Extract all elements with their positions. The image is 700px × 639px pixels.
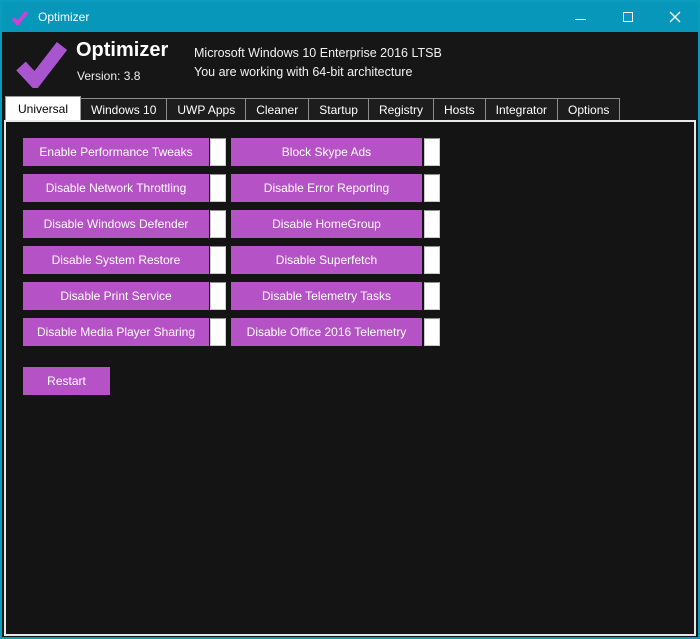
tab-label: Registry: [378, 102, 423, 117]
tab-label: Startup: [319, 102, 358, 117]
optimizer-window: Optimizer Optimizer Version: 3.8 Microso…: [0, 0, 700, 639]
tab-label: Options: [568, 102, 610, 117]
toggle-button-disable-print-service[interactable]: Disable Print Service: [23, 282, 209, 310]
os-line: Microsoft Windows 10 Enterprise 2016 LTS…: [194, 46, 442, 60]
toggle-button-disable-error-reporting[interactable]: Disable Error Reporting: [231, 174, 422, 202]
checkmark-icon: [16, 42, 67, 88]
toggle-checkbox-disable-network-throttling[interactable]: [210, 174, 226, 202]
tab-cleaner[interactable]: Cleaner: [245, 98, 310, 120]
toggle-checkbox-disable-office-2016-telemetry[interactable]: [424, 318, 440, 346]
toggle-button-enable-performance-tweaks[interactable]: Enable Performance Tweaks: [23, 138, 209, 166]
close-icon: [669, 11, 680, 23]
toggle-row: Disable Windows Defender Disable HomeGro…: [23, 210, 694, 238]
tab-uwp-apps[interactable]: UWP Apps: [166, 98, 247, 120]
tab-integrator[interactable]: Integrator: [484, 98, 559, 120]
tab-label: Cleaner: [256, 102, 299, 117]
tab-label: Integrator: [495, 102, 548, 117]
app-title: Optimizer: [76, 39, 169, 61]
toggle-checkbox-disable-superfetch[interactable]: [424, 246, 440, 274]
toggle-checkbox-disable-windows-defender[interactable]: [210, 210, 226, 238]
window-title: Optimizer: [38, 10, 90, 24]
toggle-button-disable-media-player-sharing[interactable]: Disable Media Player Sharing: [23, 318, 209, 346]
tabstrip: Universal Windows 10 UWP Apps Cleaner St…: [5, 96, 695, 120]
tab-label: UWP Apps: [177, 102, 236, 117]
tab-windows-10[interactable]: Windows 10: [80, 98, 168, 120]
toggle-button-disable-homegroup[interactable]: Disable HomeGroup: [231, 210, 422, 238]
toggle-row: Disable Media Player Sharing Disable Off…: [23, 318, 694, 346]
system-info: Microsoft Windows 10 Enterprise 2016 LTS…: [194, 44, 442, 82]
toggle-checkbox-disable-telemetry-tasks[interactable]: [424, 282, 440, 310]
toggle-checkbox-enable-performance-tweaks[interactable]: [210, 138, 226, 166]
toggle-button-disable-network-throttling[interactable]: Disable Network Throttling: [23, 174, 209, 202]
window-controls: [557, 2, 698, 32]
toggle-row: Disable System Restore Disable Superfetc…: [23, 246, 694, 274]
toggle-button-disable-office-2016-telemetry[interactable]: Disable Office 2016 Telemetry: [231, 318, 422, 346]
toggle-checkbox-disable-error-reporting[interactable]: [424, 174, 440, 202]
arch-line: You are working with 64-bit architecture: [194, 65, 413, 79]
toggle-button-disable-telemetry-tasks[interactable]: Disable Telemetry Tasks: [231, 282, 422, 310]
toggle-checkbox-disable-homegroup[interactable]: [424, 210, 440, 238]
header: Optimizer Version: 3.8 Microsoft Windows…: [2, 32, 698, 97]
toggle-checkbox-disable-print-service[interactable]: [210, 282, 226, 310]
app-version: Version: 3.8: [77, 69, 141, 83]
toggle-row: Disable Network Throttling Disable Error…: [23, 174, 694, 202]
toggle-checkbox-disable-system-restore[interactable]: [210, 246, 226, 274]
minimize-icon: [575, 18, 586, 20]
tab-registry[interactable]: Registry: [367, 98, 434, 120]
maximize-button[interactable]: [604, 2, 651, 32]
tab-startup[interactable]: Startup: [308, 98, 369, 120]
tab-hosts[interactable]: Hosts: [432, 98, 486, 120]
tab-label: Hosts: [443, 102, 475, 117]
toggle-grid: Enable Performance Tweaks Block Skype Ad…: [6, 122, 694, 346]
tabpage-universal: Enable Performance Tweaks Block Skype Ad…: [4, 120, 696, 636]
toggle-checkbox-block-skype-ads[interactable]: [424, 138, 440, 166]
tab-universal[interactable]: Universal: [5, 96, 82, 120]
titlebar: Optimizer: [2, 2, 698, 32]
toggle-checkbox-disable-media-player-sharing[interactable]: [210, 318, 226, 346]
toggle-row: Enable Performance Tweaks Block Skype Ad…: [23, 138, 694, 166]
tab-label: Universal: [18, 101, 69, 116]
tab-label: Windows 10: [91, 102, 157, 117]
minimize-button[interactable]: [557, 2, 604, 32]
restart-button[interactable]: Restart: [23, 367, 110, 395]
toggle-button-disable-superfetch[interactable]: Disable Superfetch: [231, 246, 422, 274]
tab-options[interactable]: Options: [557, 98, 621, 120]
checkmark-icon: [11, 10, 29, 25]
maximize-icon: [622, 12, 633, 22]
toggle-button-disable-windows-defender[interactable]: Disable Windows Defender: [23, 210, 209, 238]
toggle-row: Disable Print Service Disable Telemetry …: [23, 282, 694, 310]
toggle-button-block-skype-ads[interactable]: Block Skype Ads: [231, 138, 422, 166]
close-button[interactable]: [651, 2, 698, 32]
toggle-button-disable-system-restore[interactable]: Disable System Restore: [23, 246, 209, 274]
